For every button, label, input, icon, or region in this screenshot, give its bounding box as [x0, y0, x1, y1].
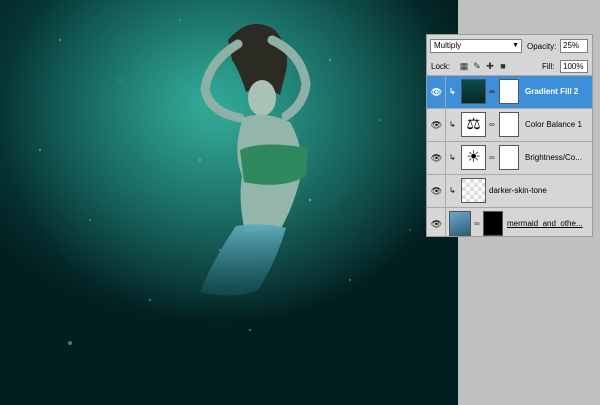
clipping-arrow-icon: ↳ [449, 186, 456, 195]
layer-mask-thumbnail [499, 112, 519, 137]
lock-transparent-pixels-icon[interactable]: ▦ [459, 61, 469, 71]
layer-mask-thumbnail [483, 211, 503, 236]
clipping-arrow-icon: ↳ [449, 120, 456, 129]
layer-mask-thumbnail [499, 145, 519, 170]
layer-name[interactable]: Brightness/Co... [525, 153, 582, 162]
layer-name[interactable]: Color Balance 1 [525, 120, 582, 129]
lock-all-icon[interactable]: ■ [498, 61, 508, 71]
link-chain-icon: ∞ [489, 87, 495, 96]
photo-thumbnail [449, 211, 471, 236]
link-chain-icon: ∞ [489, 153, 495, 162]
lock-position-icon[interactable]: ✚ [485, 61, 495, 71]
visibility-eye-icon[interactable]: 👁 [430, 119, 443, 131]
clipping-arrow-icon: ↳ [449, 87, 456, 96]
visibility-eye-icon[interactable]: 👁 [430, 218, 443, 230]
balance-scale-icon: ⚖ [461, 112, 486, 137]
visibility-eye-icon[interactable]: 👁 [430, 185, 443, 197]
document-canvas[interactable] [0, 0, 458, 405]
lock-label: Lock: [431, 62, 451, 71]
gradient-thumbnail [461, 79, 486, 104]
blend-mode-dropdown[interactable]: Multiply ▼ [430, 39, 522, 53]
layer-name[interactable]: Gradient Fill 2 [525, 87, 578, 96]
clipping-arrow-icon: ↳ [449, 153, 456, 162]
opacity-label: Opacity: [527, 42, 557, 51]
opacity-input[interactable]: 25% [560, 39, 588, 53]
layer-row-mermaid[interactable]: 👁 ∞ mermaid_and_othe... [427, 207, 592, 237]
brightness-sun-icon: ☀ [461, 145, 486, 170]
chevron-down-icon: ▼ [512, 42, 519, 49]
link-chain-icon: ∞ [489, 120, 495, 129]
layers-panel: Multiply ▼ Opacity: 25% Lock: ▦ ✎ ✚ ■ Fi… [426, 34, 593, 237]
layer-mask-thumbnail [499, 79, 519, 104]
link-chain-icon: ∞ [474, 219, 480, 228]
layer-name[interactable]: mermaid_and_othe... [507, 219, 583, 228]
fill-label: Fill: [542, 62, 555, 71]
visibility-eye-icon[interactable]: 👁 [430, 86, 443, 98]
layer-name[interactable]: darker-skin-tone [489, 186, 547, 195]
blend-mode-value: Multiply [434, 41, 462, 50]
layer-row-gradient-fill[interactable]: 👁 ↳ ∞ Gradient Fill 2 [427, 75, 592, 108]
fill-input[interactable]: 100% [560, 60, 588, 73]
lock-image-pixels-icon[interactable]: ✎ [472, 61, 482, 71]
visibility-eye-icon[interactable]: 👁 [430, 152, 443, 164]
layer-row-brightness-contrast[interactable]: 👁 ↳ ☀ ∞ Brightness/Co... [427, 141, 592, 174]
layer-row-darker-skin-tone[interactable]: 👁 ↳ darker-skin-tone [427, 174, 592, 207]
layer-row-color-balance[interactable]: 👁 ↳ ⚖ ∞ Color Balance 1 [427, 108, 592, 141]
underwater-mermaid-image [0, 0, 458, 405]
transparent-thumbnail [461, 178, 486, 203]
